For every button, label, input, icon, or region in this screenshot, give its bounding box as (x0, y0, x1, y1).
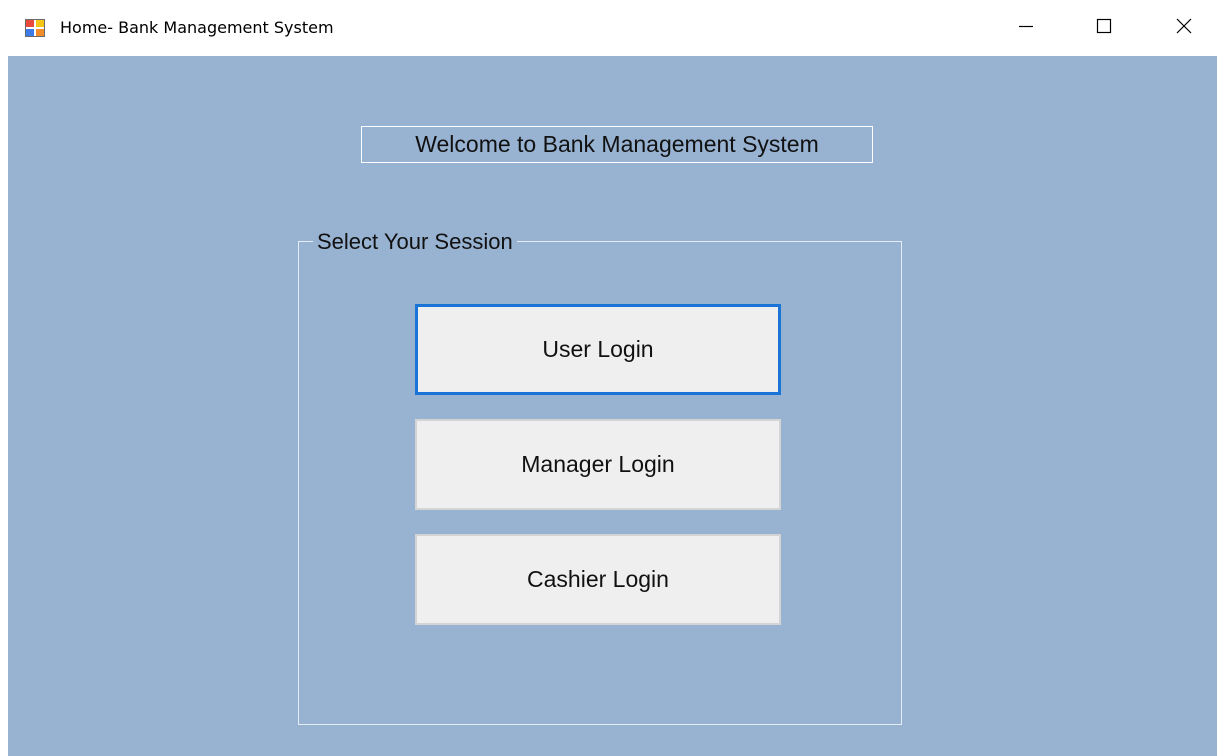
window-title: Home- Bank Management System (60, 18, 334, 37)
manager-login-button[interactable]: Manager Login (415, 419, 781, 510)
maximize-icon (1096, 18, 1112, 39)
close-button[interactable] (1148, 0, 1220, 56)
welcome-label: Welcome to Bank Management System (361, 126, 873, 163)
app-form-icon[interactable] (25, 19, 45, 37)
cashier-login-button[interactable]: Cashier Login (415, 534, 781, 625)
session-group-title: Select Your Session (313, 229, 517, 255)
form-client-area: Welcome to Bank Management System Select… (8, 56, 1217, 756)
title-bar[interactable]: Home- Bank Management System (0, 0, 1225, 56)
minimize-button[interactable] (990, 0, 1062, 56)
user-login-button[interactable]: User Login (415, 304, 781, 395)
close-icon (1176, 18, 1192, 39)
minimize-icon (1018, 18, 1034, 39)
maximize-button[interactable] (1068, 0, 1140, 56)
app-window: Home- Bank Management System Welcome to … (0, 0, 1225, 756)
